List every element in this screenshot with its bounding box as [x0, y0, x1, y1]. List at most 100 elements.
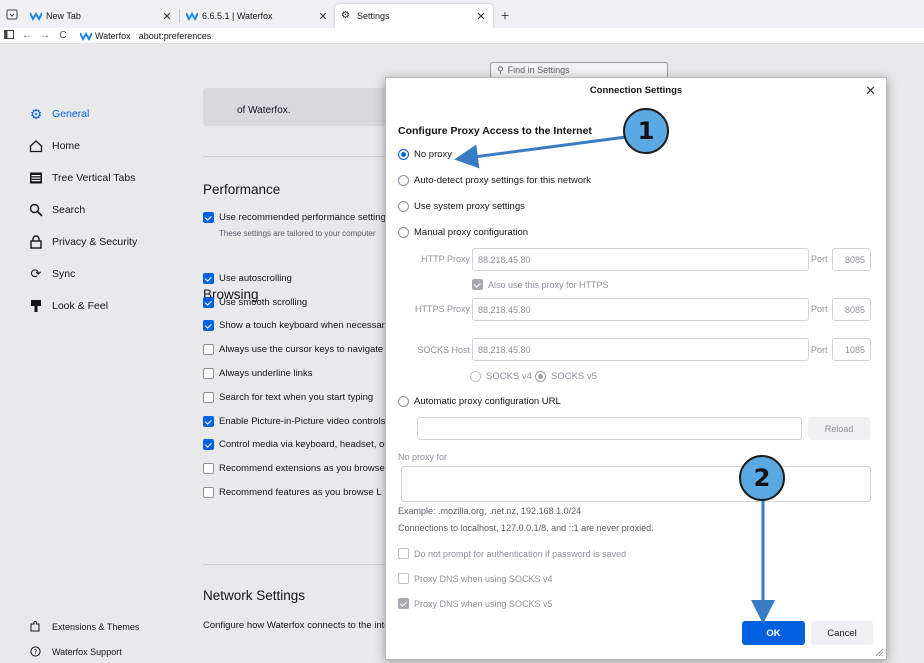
http-proxy-input[interactable]: 88.218.45.80 — [472, 248, 809, 271]
recommended-performance-checkbox[interactable]: Use recommended performance settings — [203, 212, 393, 223]
radio-socks-v4[interactable]: SOCKS v4 — [470, 371, 532, 382]
proxy-dns-socks5-checkbox[interactable]: Proxy DNS when using SOCKS v5 — [398, 598, 553, 609]
auto-config-url-input[interactable] — [417, 417, 802, 440]
radio-button[interactable] — [398, 227, 409, 238]
radio-button[interactable] — [470, 371, 481, 382]
radio-button[interactable] — [398, 175, 409, 186]
radio-button[interactable] — [398, 201, 409, 212]
sidebar-item-extensions[interactable]: Extensions & Themes — [30, 621, 190, 632]
checkbox[interactable] — [203, 463, 214, 474]
sidebar-item-label: Search — [52, 204, 86, 216]
checkbox[interactable] — [398, 598, 409, 609]
sidebar-item-privacy[interactable]: Privacy & Security — [28, 226, 188, 258]
sidebar-item-support[interactable]: ? Waterfox Support — [30, 646, 190, 657]
help-icon: ? — [30, 646, 44, 657]
option-label: Use autoscrolling — [219, 273, 292, 284]
sidebar-item-sync[interactable]: ⟳ Sync — [28, 258, 188, 290]
https-proxy-input[interactable]: 88.218.45.80 — [472, 298, 809, 321]
browsing-option[interactable]: Search for text when you start typing — [203, 392, 393, 403]
radio-no-proxy[interactable]: No proxy — [398, 149, 452, 160]
search-icon — [28, 202, 44, 218]
url-input[interactable]: about:preferences — [139, 31, 212, 41]
list-all-tabs-button[interactable] — [0, 0, 24, 28]
checkbox[interactable] — [203, 344, 214, 355]
reload-icon[interactable]: C — [54, 30, 72, 41]
checkbox[interactable] — [203, 416, 214, 427]
close-tab-icon[interactable]: ✕ — [475, 10, 487, 23]
browsing-option[interactable]: Always use the cursor keys to navigate w… — [203, 344, 393, 355]
close-tab-icon[interactable]: ✕ — [161, 10, 173, 23]
checkbox[interactable] — [398, 548, 409, 559]
checkbox[interactable] — [398, 573, 409, 584]
no-proxy-for-textarea[interactable] — [401, 466, 871, 502]
browsing-option[interactable]: Enable Picture-in-Picture video controls — [203, 416, 393, 427]
back-icon[interactable]: ← — [18, 30, 36, 41]
checkbox[interactable] — [203, 212, 214, 223]
forward-icon[interactable]: → — [36, 30, 54, 41]
dialog-title: Connection Settings — [589, 85, 683, 96]
checkbox[interactable] — [203, 273, 214, 284]
sidebar-item-search[interactable]: Search — [28, 194, 188, 226]
tab-new-tab[interactable]: New Tab ✕ — [24, 4, 179, 28]
tab-settings[interactable]: ⚙ Settings ✕ — [335, 4, 493, 28]
performance-heading: Performance — [203, 182, 281, 197]
http-port-input[interactable]: 8085 — [832, 248, 871, 271]
cancel-button[interactable]: Cancel — [811, 621, 873, 645]
radio-auto-config-url[interactable]: Automatic proxy configuration URL — [398, 396, 561, 407]
identity-box[interactable]: Waterfox — [80, 31, 131, 41]
tab-waterfox-release[interactable]: 6.6.5.1 | Waterfox ✕ — [180, 4, 335, 28]
close-icon[interactable]: ✕ — [865, 83, 876, 99]
no-prompt-auth-checkbox[interactable]: Do not prompt for authentication if pass… — [398, 548, 626, 559]
radio-button[interactable] — [535, 371, 546, 382]
ok-button[interactable]: OK — [742, 621, 805, 645]
radio-auto-detect[interactable]: Auto-detect proxy settings for this netw… — [398, 175, 591, 186]
radio-manual-proxy[interactable]: Manual proxy configuration — [398, 227, 528, 238]
lock-icon — [28, 234, 44, 250]
radio-socks-v5[interactable]: SOCKS v5 — [535, 371, 597, 382]
browsing-option[interactable]: Use smooth scrolling — [203, 297, 393, 308]
http-port-value: 8085 — [844, 254, 865, 265]
sidebar-toggle-icon[interactable] — [0, 29, 18, 42]
socks-host-label: SOCKS Host — [417, 345, 470, 355]
checkbox[interactable] — [203, 439, 214, 450]
example-hint: Example: .mozilla.org, .net.nz, 192.168.… — [398, 506, 582, 516]
sidebar-item-tree-vertical-tabs[interactable]: Tree Vertical Tabs — [28, 162, 188, 194]
browsing-option[interactable]: Always underline links — [203, 368, 393, 379]
sidebar-item-look-and-feel[interactable]: Look & Feel — [28, 290, 188, 322]
checkbox[interactable] — [203, 368, 214, 379]
socks-port-input[interactable]: 1085 — [832, 338, 871, 361]
https-port-input[interactable]: 8085 — [832, 298, 871, 321]
radio-button[interactable] — [398, 149, 409, 160]
option-label: Recommend features as you browse L — [219, 487, 382, 498]
waterfox-icon — [30, 12, 42, 21]
sidebar-item-label: Home — [52, 140, 81, 152]
https-port-value: 8085 — [844, 304, 865, 315]
browsing-option[interactable]: Show a touch keyboard when necessary — [203, 320, 393, 331]
find-in-settings-input[interactable]: ⚲ Find in Settings — [490, 62, 668, 78]
sidebar-item-home[interactable]: Home — [28, 130, 188, 162]
new-tab-button[interactable]: + — [493, 7, 517, 23]
browsing-option[interactable]: Recommend extensions as you browse — [203, 463, 393, 474]
radio-button[interactable] — [398, 396, 409, 407]
extensions-label: Extensions & Themes — [52, 621, 140, 632]
checkbox[interactable] — [472, 279, 483, 290]
sidebar-item-general[interactable]: ⚙ General — [28, 98, 188, 130]
browsing-option[interactable]: Recommend features as you browse L — [203, 487, 393, 498]
proxy-dns-socks4-checkbox[interactable]: Proxy DNS when using SOCKS v4 — [398, 573, 553, 584]
browsing-option[interactable]: Control media via keyboard, headset, or … — [203, 439, 393, 450]
resize-grip-icon[interactable] — [874, 647, 884, 657]
checkbox-label: Also use this proxy for HTTPS — [488, 279, 609, 290]
checkbox[interactable] — [203, 487, 214, 498]
radio-system-proxy[interactable]: Use system proxy settings — [398, 201, 525, 212]
also-https-checkbox[interactable]: Also use this proxy for HTTPS — [472, 279, 609, 290]
close-tab-icon[interactable]: ✕ — [317, 10, 329, 23]
socks-host-input[interactable]: 88.218.45.80 — [472, 338, 809, 361]
browsing-option[interactable]: Use autoscrolling — [203, 273, 393, 284]
checkbox[interactable] — [203, 392, 214, 403]
checkbox[interactable] — [203, 297, 214, 308]
checkbox[interactable] — [203, 320, 214, 331]
tab-label: New Tab — [46, 11, 81, 21]
proxy-heading: Configure Proxy Access to the Internet — [398, 125, 592, 137]
reload-button[interactable]: Reload — [808, 417, 870, 440]
sidebar-item-label: General — [52, 108, 90, 120]
